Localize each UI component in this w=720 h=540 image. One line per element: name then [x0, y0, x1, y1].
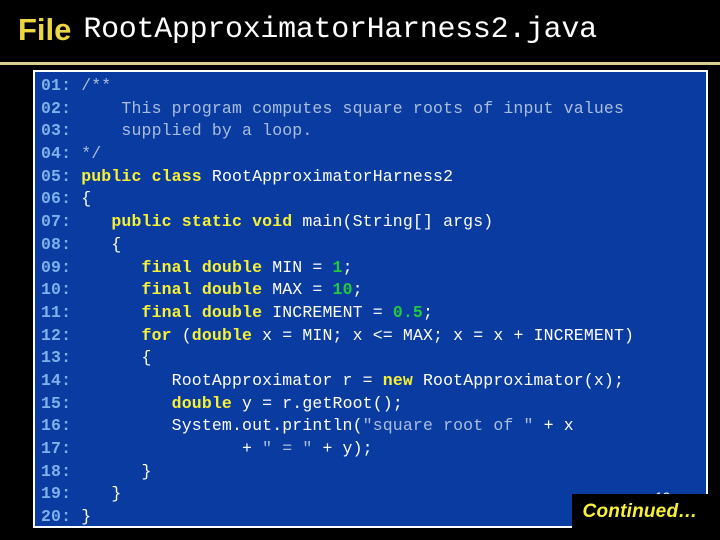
code-token-id: RootApproximator(x); [422, 370, 625, 390]
code-line-number: 06: [41, 189, 72, 209]
code-token-id: ; [342, 257, 353, 277]
code-token-id: { [71, 189, 92, 209]
code-line-number: 09: [41, 257, 72, 277]
code-line: 04: */ [41, 143, 634, 166]
code-line-number: 15: [41, 393, 72, 413]
slide-canvas: File RootApproximatorHarness2.java 01: /… [0, 0, 720, 540]
code-line-number: 16: [41, 416, 72, 436]
code-token-id: INCREMENT = [272, 302, 393, 322]
title-divider-rule [0, 62, 720, 65]
code-line: 17: + " = " + y); [41, 438, 634, 461]
code-line: 12: for (double x = MIN; x <= MAX; x = x… [41, 325, 634, 348]
code-token-id: x = MIN; x <= MAX; x = x + INCREMENT) [262, 325, 635, 345]
code-line: 01: /** [41, 75, 634, 98]
code-line-number: 02: [41, 98, 72, 118]
code-line-number: 07: [41, 212, 72, 232]
slide-title: File RootApproximatorHarness2.java [0, 4, 720, 56]
code-token-num: 10 [332, 280, 353, 300]
code-line-number: 18: [41, 461, 72, 481]
code-line: 18: } [41, 461, 634, 484]
code-token-id: } [71, 484, 122, 504]
code-token-id: { [71, 348, 152, 368]
code-token-id: ; [352, 280, 363, 300]
code-line: 05: public class RootApproximatorHarness… [41, 166, 634, 189]
code-token-kw: final double [71, 257, 273, 277]
code-token-id: ; [422, 302, 434, 322]
code-token-kw: final double [71, 280, 273, 300]
code-token-cmt: supplied by a loop. [71, 121, 313, 141]
code-line-number: 19: [41, 484, 72, 504]
code-token-id: MIN = [272, 257, 333, 277]
code-token-id: y = r.getRoot(); [242, 393, 403, 413]
code-token-id: } [71, 461, 152, 481]
code-line-number: 10: [41, 280, 72, 300]
code-line: 13: { [41, 347, 634, 370]
code-token-id: RootApproximator r = [71, 370, 383, 390]
code-line: 03: supplied by a loop. [41, 120, 634, 143]
code-token-id: System.out.println( [71, 416, 363, 436]
code-token-cmt: /** [71, 76, 112, 95]
code-token-id: ( [181, 325, 192, 345]
code-token-id: main(String[] args) [302, 212, 494, 232]
code-token-id: + [71, 439, 263, 458]
code-line: 14: RootApproximator r = new RootApproxi… [41, 370, 634, 393]
code-line-number: 20: [41, 507, 72, 527]
title-filename: RootApproximatorHarness2.java [83, 13, 597, 47]
code-line: 10: final double MAX = 10; [41, 279, 634, 302]
code-token-id: + x [533, 416, 574, 436]
code-line-number: 01: [41, 76, 72, 95]
code-line-number: 17: [41, 439, 72, 458]
code-token-kw: public class [71, 166, 212, 186]
code-token-kw: new [382, 370, 423, 390]
code-line: 16: System.out.println("square root of "… [41, 415, 634, 438]
code-token-kw: final double [71, 302, 273, 322]
code-line-number: 03: [41, 121, 72, 141]
code-line: 20: } [41, 506, 634, 527]
continued-badge: Continued… [572, 494, 708, 529]
code-line-number: 14: [41, 370, 72, 390]
code-token-str: "square root of " [362, 416, 534, 436]
code-line: 09: final double MIN = 1; [41, 257, 634, 280]
code-line-number: 12: [41, 325, 72, 345]
code-line: 06: { [41, 188, 634, 211]
code-line-number: 11: [41, 302, 72, 322]
code-token-id: + y); [312, 439, 373, 458]
code-line: 19: } [41, 483, 634, 506]
code-token-str: " = " [262, 439, 313, 458]
code-token-id: } [71, 507, 92, 527]
code-token-cmt: */ [71, 144, 102, 164]
code-token-cmt: This program computes square roots of in… [71, 98, 624, 118]
code-token-kw: public static void [71, 212, 303, 232]
title-keyword-file: File [18, 12, 72, 47]
code-token-id: RootApproximatorHarness2 [211, 166, 454, 186]
code-listing: 01: /** 02: This program computes square … [41, 75, 634, 527]
code-token-id: MAX = [272, 280, 333, 300]
code-line: 08: { [41, 234, 634, 257]
code-line-number: 08: [41, 234, 72, 254]
code-line-number: 04: [41, 144, 72, 164]
code-line: 11: final double INCREMENT = 0.5; [41, 302, 634, 325]
code-line: 15: double y = r.getRoot(); [41, 393, 634, 416]
code-token-kw: double [71, 393, 243, 413]
code-line-number: 05: [41, 166, 72, 186]
code-token-kw: for [71, 325, 182, 345]
code-line: 07: public static void main(String[] arg… [41, 211, 634, 234]
code-line: 02: This program computes square roots o… [41, 98, 634, 121]
code-token-id: { [71, 234, 122, 254]
code-line-number: 13: [41, 348, 72, 368]
continued-label: Continued… [582, 500, 698, 522]
code-token-num: 0.5 [392, 302, 423, 322]
code-panel: 01: /** 02: This program computes square … [33, 70, 708, 528]
code-token-num: 1 [332, 257, 343, 277]
code-token-kw: double [191, 325, 263, 345]
